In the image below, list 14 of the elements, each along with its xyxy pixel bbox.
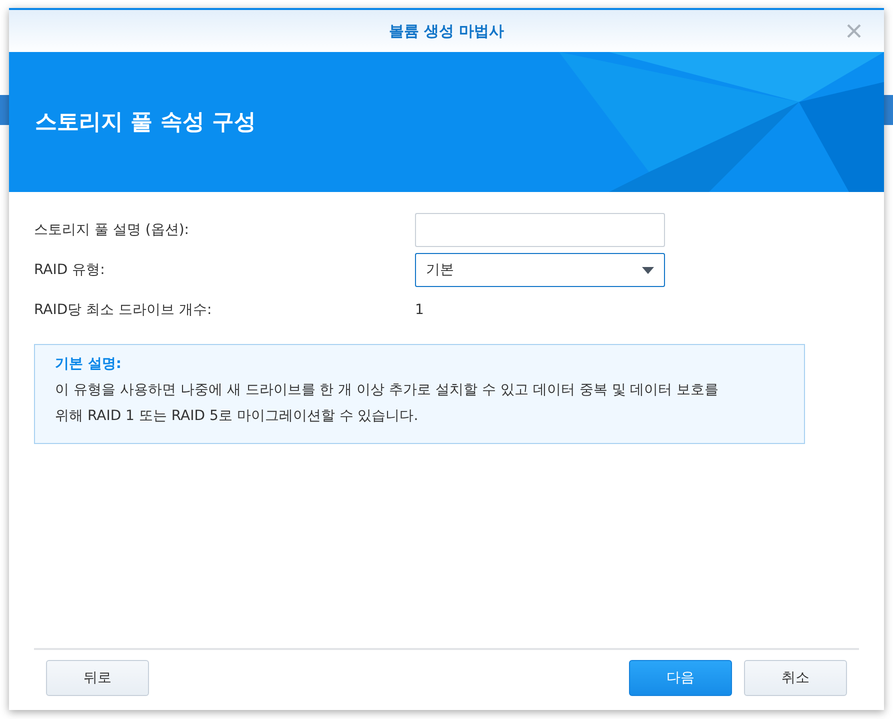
close-icon[interactable]	[846, 23, 862, 39]
info-title: 기본 설명:	[55, 355, 122, 373]
field-label: RAID당 최소 드라이브 개수:	[34, 301, 213, 319]
caret-icon	[642, 266, 654, 274]
field-label: RAID 유형:	[34, 261, 106, 279]
cancel-button[interactable]: 취소	[744, 660, 847, 696]
page-heading: 스토리지 풀 속성 구성	[35, 109, 256, 137]
field-label: 스토리지 풀 설명 (옵션):	[34, 221, 190, 239]
description-field[interactable]	[415, 213, 665, 247]
info-text: 이 유형을 사용하면 나중에 새 드라이브를 한 개 이상 추가로 설치할 수 있고 데이터 중복 및 데이터 보호를 위해 RAID 1 또는 RAID 5로 마이그레이션할 수 있습니다.	[55, 381, 720, 426]
back-button[interactable]: 뒤로	[46, 660, 149, 696]
window-title: 볼륨 생성 마법사	[388, 22, 504, 40]
field-value: 1	[415, 302, 424, 318]
raid-type-dropdown[interactable]: 기본	[415, 253, 665, 287]
